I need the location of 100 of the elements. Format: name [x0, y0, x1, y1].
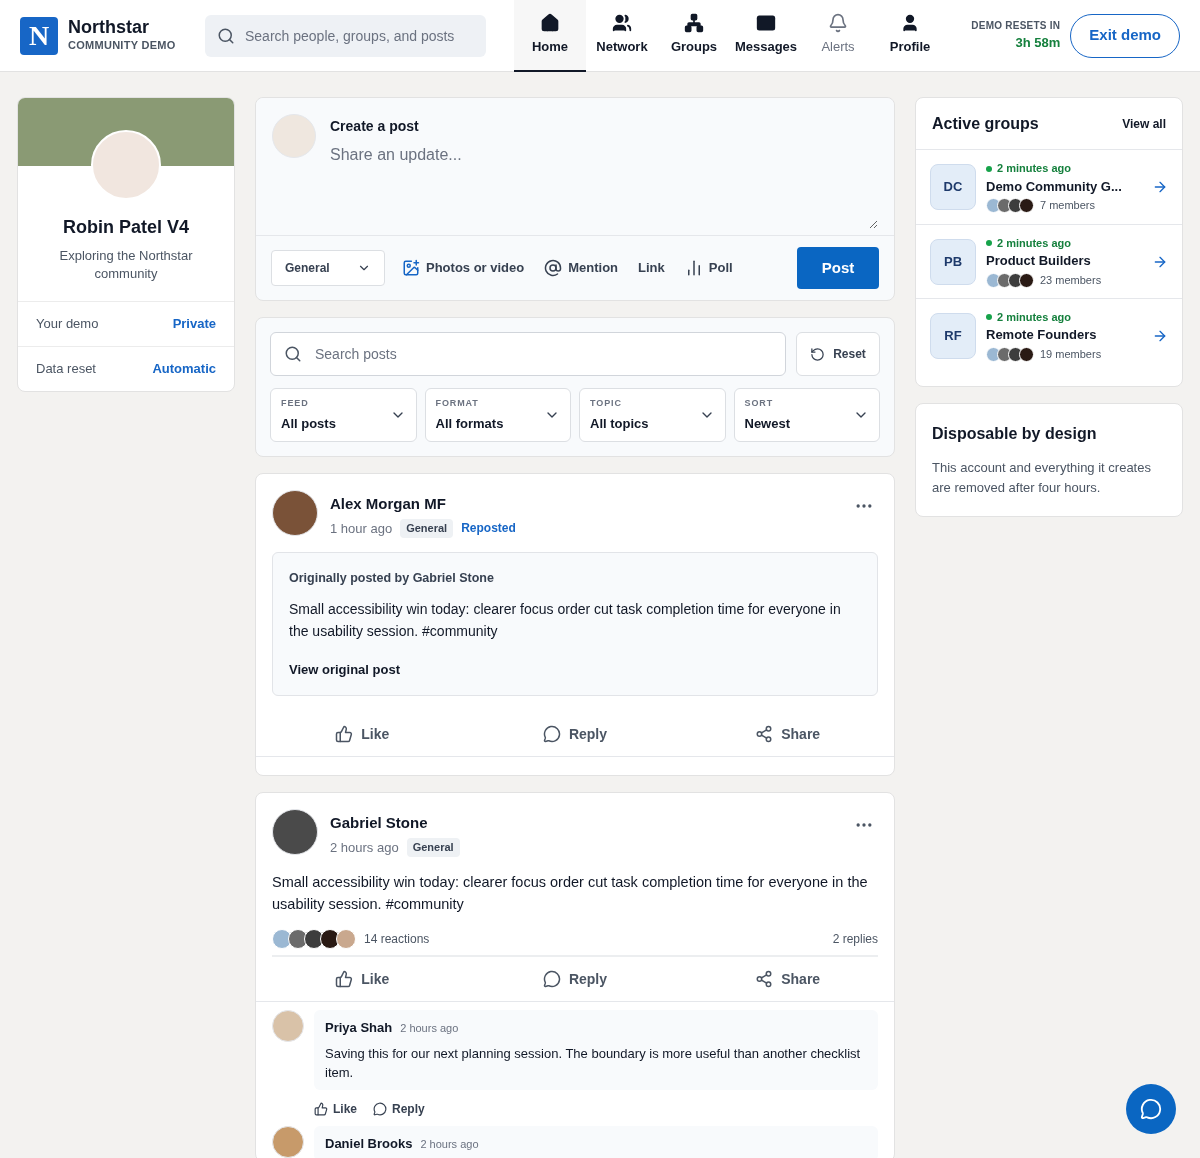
- group-activity: 2 minutes ago: [997, 309, 1071, 325]
- nav-tab[interactable]: Network: [586, 0, 658, 72]
- filter-dropdown[interactable]: SORT Newest: [733, 388, 880, 442]
- composer-title: Create a post: [330, 117, 420, 136]
- avatar-placeholder: [1019, 272, 1034, 288]
- reset-button[interactable]: Reset: [796, 332, 880, 376]
- group-activity: 2 minutes ago: [997, 235, 1071, 251]
- member-count: 19 members: [1040, 346, 1102, 362]
- search-field[interactable]: Search people, groups, and posts: [205, 14, 486, 57]
- post-time: 2 hours ago: [330, 838, 399, 857]
- avatar-placeholder: [1019, 198, 1034, 213]
- filter-dropdown[interactable]: TOPIC All topics: [579, 388, 726, 442]
- setting-value[interactable]: Private: [172, 314, 216, 334]
- chat-button[interactable]: [1126, 1084, 1176, 1134]
- avatar-placeholder: [320, 929, 340, 950]
- profile-bio: Exploring the Northstar community: [58, 247, 194, 283]
- chat-icon: [1140, 1098, 1162, 1120]
- post-button[interactable]: Post: [797, 247, 879, 289]
- reposted-label: Reposted: [461, 520, 516, 538]
- comment-reply-button[interactable]: Reply: [373, 1099, 425, 1118]
- author-name[interactable]: Alex Morgan MF: [330, 493, 446, 516]
- setting-label: Data reset: [36, 360, 96, 379]
- speech-bubble-icon: [542, 725, 561, 744]
- avatar-placeholder: [272, 490, 318, 536]
- comment-author[interactable]: Daniel Brooks: [325, 1133, 413, 1154]
- photo-button[interactable]: Photos or video: [399, 258, 528, 278]
- comment-time: 2 hours ago: [400, 1021, 459, 1037]
- nav-tab[interactable]: Profile: [874, 0, 946, 72]
- speech-bubble-icon: [373, 1101, 387, 1116]
- topic-tag: General: [400, 519, 454, 538]
- repost-origin: Originally posted by Gabriel Stone: [289, 570, 495, 587]
- poll-button[interactable]: Poll: [681, 258, 736, 278]
- reset-countdown: 3h 58m: [1015, 34, 1061, 53]
- view-original-link[interactable]: View original post: [289, 659, 400, 680]
- avatar-placeholder: [304, 929, 324, 950]
- search-field[interactable]: Search posts: [270, 332, 786, 376]
- comment-author[interactable]: Priya Shah: [325, 1018, 393, 1038]
- avatar-placeholder: [1019, 346, 1034, 362]
- nav-tab[interactable]: Groups: [658, 0, 730, 72]
- hierarchy-icon: [684, 12, 704, 33]
- home-icon: [540, 12, 560, 33]
- at-sign-icon: [544, 259, 563, 277]
- share-icon: [755, 725, 774, 744]
- group-item[interactable]: PB 2 minutes ago Product Builders 23 members: [916, 224, 1182, 298]
- nav-tab[interactable]: Home: [514, 0, 586, 72]
- avatar-placeholder: [288, 929, 308, 950]
- filter-dropdown[interactable]: FORMAT All formats: [424, 388, 571, 442]
- share-button[interactable]: Share: [755, 968, 821, 990]
- reply-button[interactable]: Reply: [542, 968, 608, 990]
- author-name[interactable]: Gabriel Stone: [330, 812, 428, 835]
- card-title: Active groups: [932, 113, 1039, 134]
- thumbs-up-icon: [335, 970, 354, 989]
- post-input[interactable]: Share an update...: [330, 143, 878, 229]
- filter-dropdown[interactable]: FEED All posts: [270, 388, 417, 442]
- logo[interactable]: N: [20, 16, 58, 55]
- search-icon: [284, 345, 302, 363]
- image-plus-icon: [402, 259, 420, 277]
- arrow-icon: [1152, 179, 1168, 195]
- people-icon: [612, 12, 632, 33]
- avatar-placeholder: [272, 809, 318, 856]
- post-time: 1 hour ago: [330, 519, 393, 538]
- avatar-placeholder: [272, 929, 292, 950]
- share-icon: [755, 970, 774, 989]
- comment-like-button[interactable]: Like: [314, 1099, 357, 1118]
- reply-count[interactable]: 2 replies: [832, 930, 878, 949]
- group-activity: 2 minutes ago: [997, 161, 1071, 177]
- group-name: Demo Community G...: [986, 177, 1123, 196]
- view-all-link[interactable]: View all: [1122, 114, 1166, 133]
- group-item[interactable]: DC 2 minutes ago Demo Community G... 7 members: [916, 150, 1182, 224]
- setting-label: Your demo: [36, 315, 99, 334]
- speech-bubble-icon: [542, 970, 561, 989]
- member-count: 23 members: [1040, 272, 1102, 288]
- post-field[interactable]: Create a post Share an update...: [256, 98, 894, 236]
- topic-select[interactable]: General: [271, 250, 385, 286]
- person-icon: [900, 12, 920, 33]
- bell-icon: [828, 12, 848, 33]
- avatar-placeholder: [272, 1010, 304, 1043]
- mention-button[interactable]: Mention: [541, 258, 622, 278]
- reaction-count[interactable]: 14 reactions: [364, 930, 430, 949]
- comment-text: Saving this for our next planning session. The boundary is more useful than another checklist item.: [325, 1044, 862, 1082]
- brand-name: Northstar: [68, 17, 150, 38]
- card-title: Disposable by design: [932, 424, 1098, 444]
- thumbs-up-icon: [314, 1101, 328, 1116]
- link-button[interactable]: Link: [635, 258, 668, 278]
- nav-tab[interactable]: Messages: [730, 0, 802, 72]
- profile-name: Robin Patel V4: [62, 216, 190, 239]
- share-button[interactable]: Share: [755, 723, 821, 745]
- reply-button[interactable]: Reply: [542, 723, 608, 745]
- group-item[interactable]: RF 2 minutes ago Remote Founders 19 members: [916, 298, 1182, 372]
- search-icon: [217, 26, 235, 45]
- post-text: Small accessibility win today: clearer focus order cut task completion time for everyone in the usability session. #community: [289, 599, 842, 641]
- like-button[interactable]: Like: [335, 968, 390, 990]
- group-initials: RF: [930, 312, 976, 359]
- setting-value[interactable]: Automatic: [152, 359, 216, 379]
- group-name: Product Builders: [986, 252, 1092, 271]
- like-button[interactable]: Like: [335, 723, 390, 745]
- reset-icon: [810, 346, 826, 362]
- thumbs-up-icon: [335, 725, 354, 744]
- group-initials: DC: [930, 164, 976, 210]
- topic-tag: General: [406, 838, 460, 857]
